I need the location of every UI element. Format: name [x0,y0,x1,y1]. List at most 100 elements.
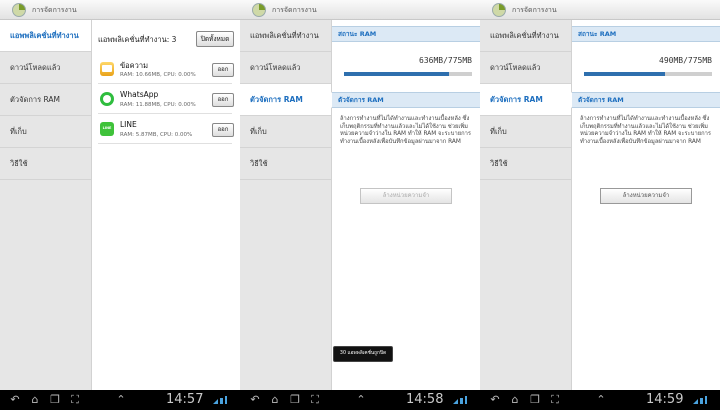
ram-usage-text: 490MB/775MB [659,56,712,65]
sidebar-item-label: ตัวจัดการ RAM [10,95,61,104]
ram-status-header: สถานะ RAM [332,26,480,42]
sidebar-item-label: แอพพลิเคชั่นที่ทำงาน [490,31,559,40]
sidebar-item-label: แอพพลิเคชั่นที่ทำงาน [10,31,79,40]
end-app-button[interactable]: ออก [212,63,234,77]
sidebar-item-ram-manager[interactable]: ตัวจัดการ RAM [0,84,91,116]
screenshot-icon[interactable]: ⛶ [548,393,562,407]
sidebar-item-downloaded[interactable]: ดาวน์โหลดแล้ว [240,52,331,84]
sidebar-item-ram-manager[interactable]: ตัวจัดการ RAM [240,84,332,116]
sidebar-item-help[interactable]: วิธีใช้ [240,148,331,180]
ram-manager-header: ตัวจัดการ RAM [332,92,480,108]
app-usage: RAM: 10.66MB, CPU: 0.00% [120,72,196,78]
sidebar-item-label: ตัวจัดการ RAM [250,95,303,104]
clear-memory-button[interactable]: ล้างหน่วยความจำ [600,188,692,204]
selection-pointer [324,92,332,108]
app-name: LINE [120,120,137,129]
list-item[interactable]: WhatsApp RAM: 11.88MB, CPU: 0.00% ออก [98,88,234,114]
sidebar-item-label: ที่เก็บ [10,127,27,136]
nav-segment: ↶ ⌂ ❐ ⛶ ⌃ 14:59 [480,390,720,410]
sidebar-item-label: วิธีใช้ [490,159,508,168]
sidebar-item-downloaded[interactable]: ดาวน์โหลดแล้ว [480,52,571,84]
chevron-up-icon[interactable]: ⌃ [114,393,128,407]
home-icon[interactable]: ⌂ [508,393,522,407]
screenshot-icon[interactable]: ⛶ [68,393,82,407]
sidebar-item-label: ดาวน์โหลดแล้ว [490,63,541,72]
end-all-button[interactable]: ปิดทั้งหมด [196,31,234,47]
ram-usage-fill [344,72,449,76]
ram-manager-description: ล้างการทำงานที่ไม่ได้ทำงานและทำงานเบื้อง… [580,116,711,145]
signal-icon [693,396,707,404]
ram-usage-bar [584,72,712,76]
title-bar: การจัดการงาน [480,0,720,20]
recent-apps-icon[interactable]: ❐ [48,393,62,407]
ram-usage-text: 636MB/775MB [419,56,472,65]
ram-manager-content: สถานะ RAM 636MB/775MB ตัวจัดการ RAM ล้าง… [332,20,480,390]
recent-apps-icon[interactable]: ❐ [288,393,302,407]
sidebar-item-help[interactable]: วิธีใช้ [0,148,91,180]
task-manager-icon [492,3,506,17]
sidebar-item-help[interactable]: วิธีใช้ [480,148,571,180]
sidebar: แอพพลิเคชั่นที่ทำงาน ดาวน์โหลดแล้ว ตัวจั… [240,20,332,390]
toast-message: 30 แอพพลิเคชั่นถูกปิด [333,346,393,362]
sidebar-item-label: ที่เก็บ [250,127,267,136]
status-clock: 14:59 [646,392,684,407]
ram-manager-description: ล้างการทำงานที่ไม่ได้ทำงานและทำงานเบื้อง… [340,116,471,145]
app-title: การจัดการงาน [32,6,77,14]
app-title: การจัดการงาน [512,6,557,14]
whatsapp-icon [100,92,114,106]
line-icon [100,122,114,136]
task-manager-screen-3: การจัดการงาน แอพพลิเคชั่นที่ทำงาน ดาวน์โ… [480,0,720,390]
app-title: การจัดการงาน [272,6,317,14]
selection-pointer [564,92,572,108]
sidebar-item-storage[interactable]: ที่เก็บ [480,116,571,148]
ram-usage-bar [344,72,472,76]
home-icon[interactable]: ⌂ [268,393,282,407]
sidebar-item-label: ที่เก็บ [490,127,507,136]
ram-manager-content: สถานะ RAM 490MB/775MB ตัวจัดการ RAM ล้าง… [572,20,720,390]
sidebar-item-label: ตัวจัดการ RAM [490,95,543,104]
running-count: แอพพลิเคชั่นที่ทำงาน: 3 [98,35,177,44]
app-usage: RAM: 11.88MB, CPU: 0.00% [120,102,196,108]
ram-manager-header: ตัวจัดการ RAM [572,92,720,108]
ram-usage-fill [584,72,665,76]
sidebar-item-label: วิธีใช้ [10,159,28,168]
chevron-up-icon[interactable]: ⌃ [594,393,608,407]
home-icon[interactable]: ⌂ [28,393,42,407]
sidebar: แอพพลิเคชั่นที่ทำงาน ดาวน์โหลดแล้ว ตัวจั… [0,20,100,390]
task-manager-icon [12,3,26,17]
sidebar-item-ram-manager[interactable]: ตัวจัดการ RAM [480,84,572,116]
messages-icon [100,62,114,76]
sidebar-item-downloaded[interactable]: ดาวน์โหลดแล้ว [0,52,91,84]
sidebar-item-label: วิธีใช้ [250,159,268,168]
back-icon[interactable]: ↶ [488,393,502,407]
task-manager-screen-1: การจัดการงาน แอพพลิเคชั่นที่ทำงาน ดาวน์โ… [0,0,240,390]
sidebar-item-label: ดาวน์โหลดแล้ว [10,63,61,72]
sidebar-item-storage[interactable]: ที่เก็บ [0,116,91,148]
screenshot-icon[interactable]: ⛶ [308,393,322,407]
list-item[interactable]: ข้อความ RAM: 10.66MB, CPU: 0.00% ออก [98,58,234,84]
status-clock: 14:57 [166,392,204,407]
end-app-button[interactable]: ออก [212,93,234,107]
sidebar-item-active-apps[interactable]: แอพพลิเคชั่นที่ทำงาน [480,20,571,52]
running-apps-content: แอพพลิเคชั่นที่ทำงาน: 3 ปิดทั้งหมด ข้อคว… [92,20,240,390]
chevron-up-icon[interactable]: ⌃ [354,393,368,407]
nav-segment: ↶ ⌂ ❐ ⛶ ⌃ 14:57 [0,390,240,410]
signal-icon [213,396,227,404]
task-manager-icon [252,3,266,17]
end-app-button[interactable]: ออก [212,123,234,137]
list-item[interactable]: LINE RAM: 5.87MB, CPU: 0.00% ออก [98,118,234,144]
sidebar-item-active-apps[interactable]: แอพพลิเคชั่นที่ทำงาน [240,20,331,52]
system-navigation-bar: ↶ ⌂ ❐ ⛶ ⌃ 14:57 ↶ ⌂ ❐ ⛶ ⌃ 14:58 ↶ ⌂ ❐ ⛶ … [0,390,720,410]
nav-segment: ↶ ⌂ ❐ ⛶ ⌃ 14:58 [240,390,480,410]
back-icon[interactable]: ↶ [8,393,22,407]
sidebar-item-label: แอพพลิเคชั่นที่ทำงาน [250,31,319,40]
ram-status-header: สถานะ RAM [572,26,720,42]
sidebar-item-storage[interactable]: ที่เก็บ [240,116,331,148]
sidebar-item-active-apps[interactable]: แอพพลิเคชั่นที่ทำงาน [0,20,100,52]
app-usage: RAM: 5.87MB, CPU: 0.00% [120,132,193,138]
clear-memory-button[interactable]: ล้างหน่วยความจำ [360,188,452,204]
title-bar: การจัดการงาน [240,0,480,20]
recent-apps-icon[interactable]: ❐ [528,393,542,407]
signal-icon [453,396,467,404]
back-icon[interactable]: ↶ [248,393,262,407]
